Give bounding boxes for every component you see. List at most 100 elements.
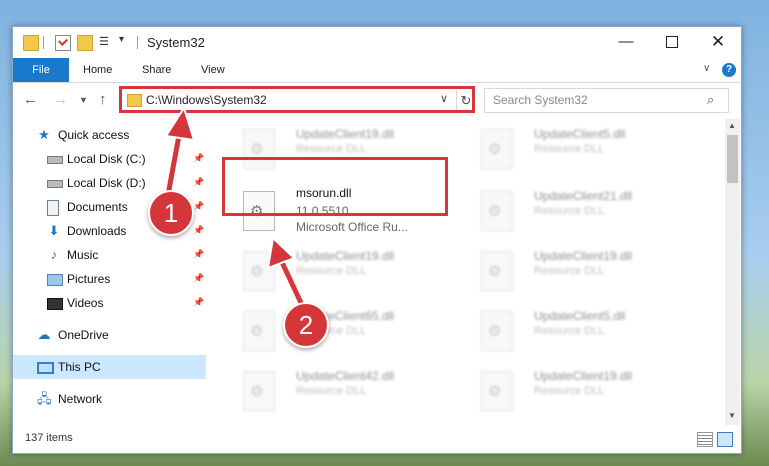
file-item[interactable]: UpdateClient19.dll Resource DLL	[471, 363, 701, 419]
item-count: 137 items	[25, 432, 73, 444]
close-button[interactable]: ✕	[695, 27, 741, 58]
navigation-pane: ★ Quick access Local Disk (C:) 📌 Local D…	[13, 119, 210, 425]
file-type: Resource DLL	[534, 385, 605, 397]
details-view-icon[interactable]	[697, 432, 713, 447]
dll-file-icon	[481, 129, 513, 169]
sidebar-item-local-disk-c[interactable]: Local Disk (C:) 📌	[13, 147, 206, 171]
tab-share[interactable]: Share	[142, 58, 171, 82]
step-marker-1: 1	[148, 190, 194, 236]
up-arrow-icon[interactable]: ↑	[99, 91, 107, 108]
minimize-button[interactable]: —	[603, 27, 649, 58]
file-type: Resource DLL	[534, 205, 605, 217]
vertical-scrollbar[interactable]: ▲ ▼	[725, 119, 740, 425]
scroll-down-icon[interactable]: ▼	[728, 411, 736, 420]
large-icons-view-icon[interactable]	[717, 432, 733, 447]
dll-file-icon	[481, 371, 513, 411]
pin-icon: 📌	[193, 201, 205, 211]
sidebar-item-label: Quick access	[58, 128, 130, 142]
file-explorer-window: ☰ ▾ System32 — ✕ File Home Share View ∨ …	[12, 26, 742, 454]
ribbon-tabs: File Home Share View ∨ ?	[13, 58, 741, 83]
sidebar-item-quick-access[interactable]: ★ Quick access	[13, 123, 206, 147]
sidebar-item-pictures[interactable]: Pictures 📌	[13, 267, 206, 291]
status-bar: 137 items	[13, 427, 741, 451]
dll-file-icon	[243, 251, 275, 291]
divider	[43, 36, 44, 49]
pin-icon: 📌	[193, 177, 205, 187]
network-icon: 🖧	[37, 391, 52, 406]
sidebar-item-label: This PC	[58, 360, 101, 374]
folder-icon	[23, 35, 39, 51]
quick-access-dropdown-icon[interactable]: ▾	[119, 34, 129, 48]
pin-icon: 📌	[193, 153, 205, 163]
pin-icon: 📌	[193, 297, 205, 307]
file-item[interactable]: UpdateClient42.dll Resource DLL	[233, 363, 463, 419]
sidebar-item-label: Local Disk (D:)	[67, 176, 146, 190]
divider	[137, 36, 138, 49]
search-icon[interactable]: ⌕	[707, 92, 714, 108]
sidebar-item-label: Local Disk (C:)	[67, 152, 146, 166]
file-name: UpdateClient19.dll	[534, 249, 633, 263]
sidebar-item-label: Downloads	[67, 224, 127, 238]
properties-icon[interactable]	[55, 35, 71, 51]
file-item[interactable]: UpdateClient5.dll Resource DLL	[471, 121, 701, 177]
document-icon	[47, 200, 59, 216]
file-type: Resource DLL	[296, 143, 367, 155]
pin-icon: 📌	[193, 273, 205, 283]
sidebar-item-network[interactable]: 🖧 Network	[13, 387, 206, 411]
scrollbar-thumb[interactable]	[727, 135, 738, 183]
address-highlight-box	[119, 86, 475, 113]
pin-icon: 📌	[193, 225, 205, 235]
file-description: Microsoft Office Ru...	[296, 220, 408, 234]
video-icon	[47, 298, 63, 310]
dll-file-icon	[481, 311, 513, 351]
download-icon: ⬇	[48, 223, 60, 238]
back-arrow-icon[interactable]: ←	[23, 91, 38, 108]
expand-ribbon-icon[interactable]: ∨	[703, 63, 710, 74]
computer-icon	[37, 362, 54, 374]
file-item[interactable]: UpdateClient21.dll Resource DLL	[471, 183, 701, 239]
sidebar-item-label: OneDrive	[58, 328, 109, 342]
help-icon[interactable]: ?	[722, 63, 736, 77]
cloud-icon: ☁	[37, 327, 51, 342]
tab-view[interactable]: View	[201, 58, 225, 82]
sidebar-item-music[interactable]: ♪ Music 📌	[13, 243, 206, 267]
file-item[interactable]: UpdateClient19.dll Resource DLL	[233, 243, 463, 299]
scroll-up-icon[interactable]: ▲	[728, 121, 736, 130]
picture-icon	[47, 274, 63, 286]
forward-arrow-icon[interactable]: →	[53, 91, 68, 108]
sidebar-item-videos[interactable]: Videos 📌	[13, 291, 206, 315]
file-name: UpdateClient5.dll	[534, 309, 626, 323]
file-name: UpdateClient19.dll	[534, 369, 633, 383]
window-title: System32	[147, 35, 205, 50]
pin-icon: 📌	[193, 249, 205, 259]
tab-file[interactable]: File	[13, 58, 69, 82]
sidebar-item-label: Network	[58, 392, 103, 406]
sidebar-item-label: Documents	[67, 200, 128, 214]
music-icon: ♪	[50, 247, 58, 262]
drive-icon	[47, 180, 63, 188]
title-bar: ☰ ▾ System32 — ✕	[13, 27, 741, 58]
drive-icon	[47, 156, 63, 164]
address-row: ← → ▼ ↑ C:\Windows\System32 ∨ ↻ Search S…	[13, 83, 741, 117]
maximize-icon	[666, 36, 678, 49]
sidebar-item-label: Videos	[67, 296, 104, 310]
sidebar-item-onedrive[interactable]: ☁ OneDrive	[13, 323, 206, 347]
star-icon: ★	[38, 127, 50, 142]
file-highlight-box	[222, 157, 448, 216]
maximize-button[interactable]	[649, 27, 695, 58]
file-item[interactable]: UpdateClient5.dll Resource DLL	[471, 303, 701, 359]
dll-file-icon	[481, 191, 513, 231]
file-item[interactable]: UpdateClient19.dll Resource DLL	[471, 243, 701, 299]
new-folder-icon[interactable]	[77, 35, 93, 51]
sidebar-item-label: Music	[67, 248, 99, 262]
recent-locations-icon[interactable]: ▼	[79, 95, 88, 105]
dll-file-icon	[243, 371, 275, 411]
undo-icon[interactable]: ☰	[99, 35, 115, 49]
sidebar-item-this-pc[interactable]: This PC	[13, 355, 206, 379]
search-input[interactable]: Search System32 ⌕	[484, 88, 729, 113]
tab-home[interactable]: Home	[83, 58, 112, 82]
search-placeholder: Search System32	[493, 93, 588, 107]
file-item[interactable]: UpdateClient65.dll Resource DLL	[233, 303, 463, 359]
file-type: Resource DLL	[296, 265, 367, 277]
file-type: Resource DLL	[534, 265, 605, 277]
